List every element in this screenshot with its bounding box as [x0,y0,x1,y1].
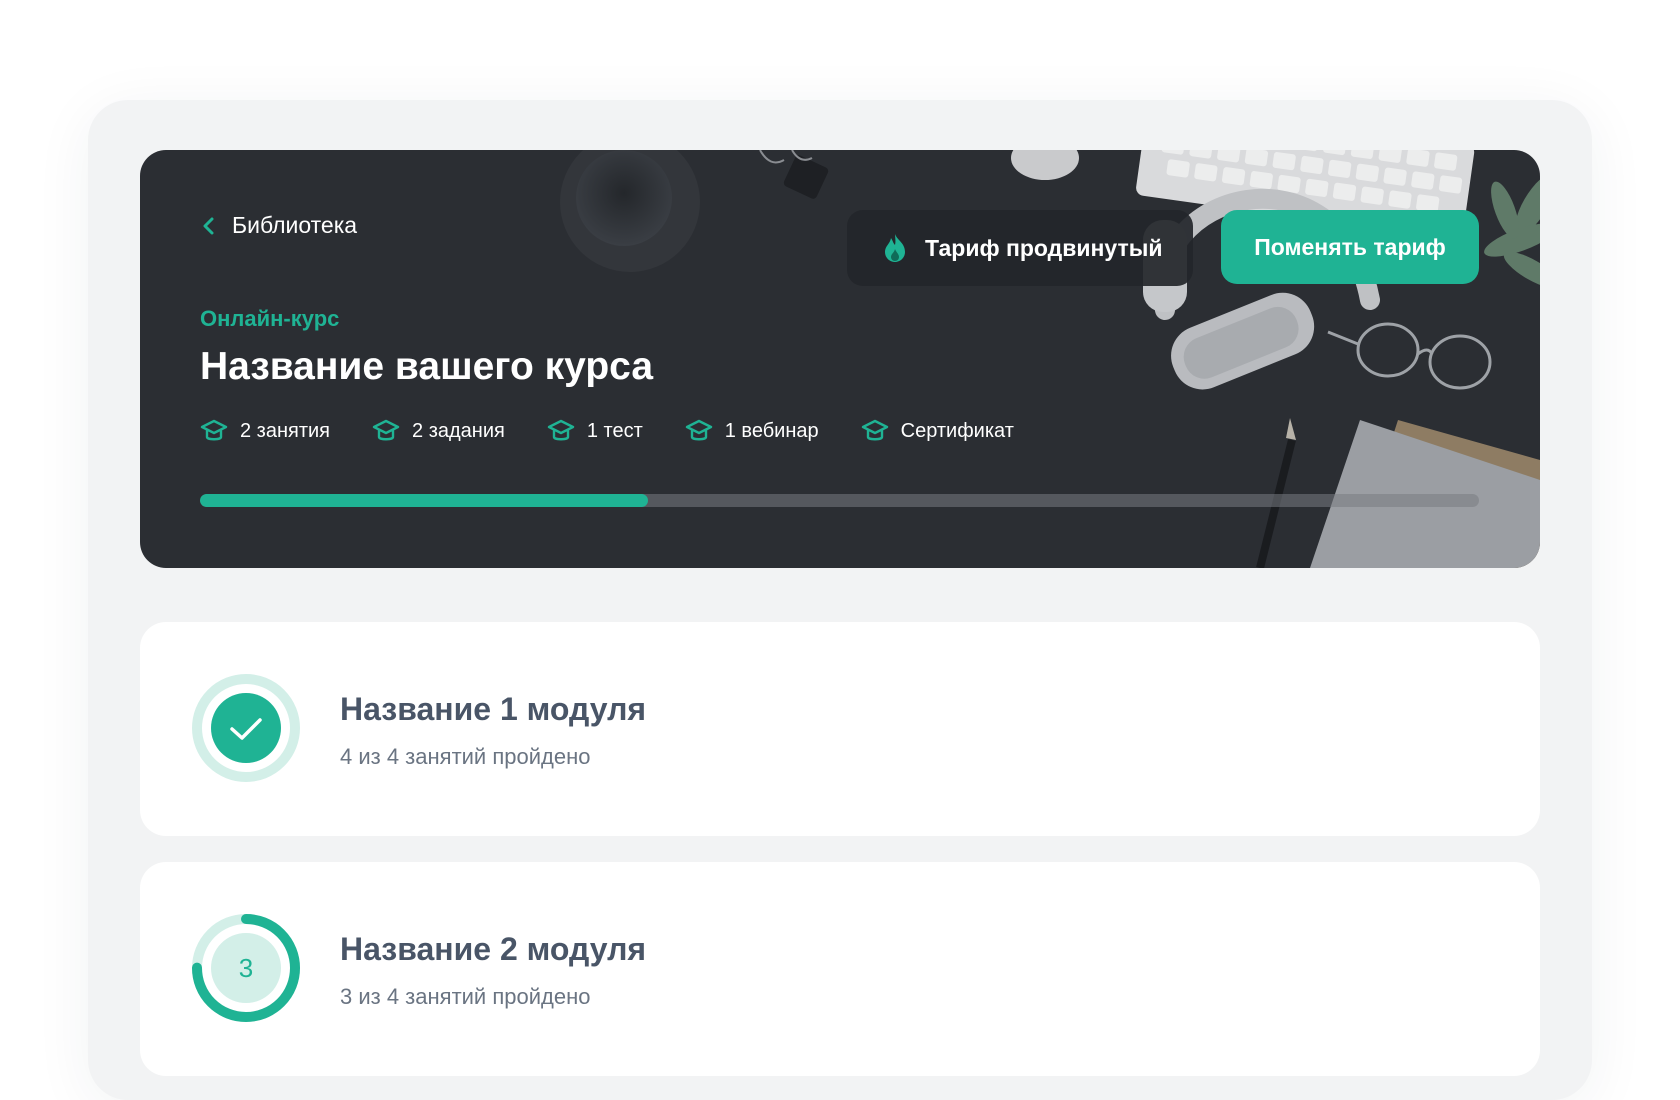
chevron-left-icon [203,217,214,234]
module-number: 3 [239,953,253,983]
feature-label: 2 занятия [240,419,331,442]
graduation-cap-icon [372,419,400,441]
course-progress-bar [200,494,1479,507]
module-progress-text: 4 из 4 занятий пройдено [340,744,591,769]
feature-label: 2 задания [412,419,505,442]
back-to-library-link[interactable]: Библиотека [200,212,357,239]
module-title: Название 2 модуля [340,931,647,967]
module-progress-ring: 3 [192,914,300,1022]
course-progress-fill [200,494,648,507]
feature-item-webinar: 1 вебинар [685,418,819,444]
course-hero: Библиотека Тариф продвинутый Поменять та… [140,150,1540,568]
change-tariff-button[interactable]: Поменять тариф [1221,210,1479,284]
tariff-badge: Тариф продвинутый [847,210,1193,286]
tariff-label: Тариф продвинутый [925,234,1163,261]
graduation-cap-icon [861,419,888,441]
module-card-2[interactable]: 3 Название 2 модуля 3 из 4 занятий пройд… [140,862,1540,1076]
course-type-label: Онлайн-курс [200,306,340,331]
feature-item-test: 1 тест [547,418,643,444]
module-card-1[interactable]: Название 1 модуля 4 из 4 занятий пройден… [140,622,1540,836]
graduation-cap-icon [200,419,228,441]
graduation-cap-icon [547,419,575,441]
feature-label: 1 вебинар [724,419,819,442]
feature-label: Сертификат [900,419,1014,442]
graduation-cap-icon [685,419,712,441]
flame-icon [885,234,905,262]
module-progress-ring [192,674,300,782]
course-features-list: 2 занятия 2 задания 1 тест 1 вебинар Сер… [200,418,1056,444]
course-title: Название вашего курса [200,345,654,388]
feature-label: 1 тест [586,419,643,442]
back-label: Библиотека [232,212,358,238]
feature-item-assignments: 2 задания [372,418,505,444]
module-title: Название 1 модуля [340,691,647,727]
module-progress-text: 3 из 4 занятий пройдено [340,984,591,1009]
feature-item-certificate: Сертификат [861,418,1014,444]
feature-item-lessons: 2 занятия [200,418,330,444]
